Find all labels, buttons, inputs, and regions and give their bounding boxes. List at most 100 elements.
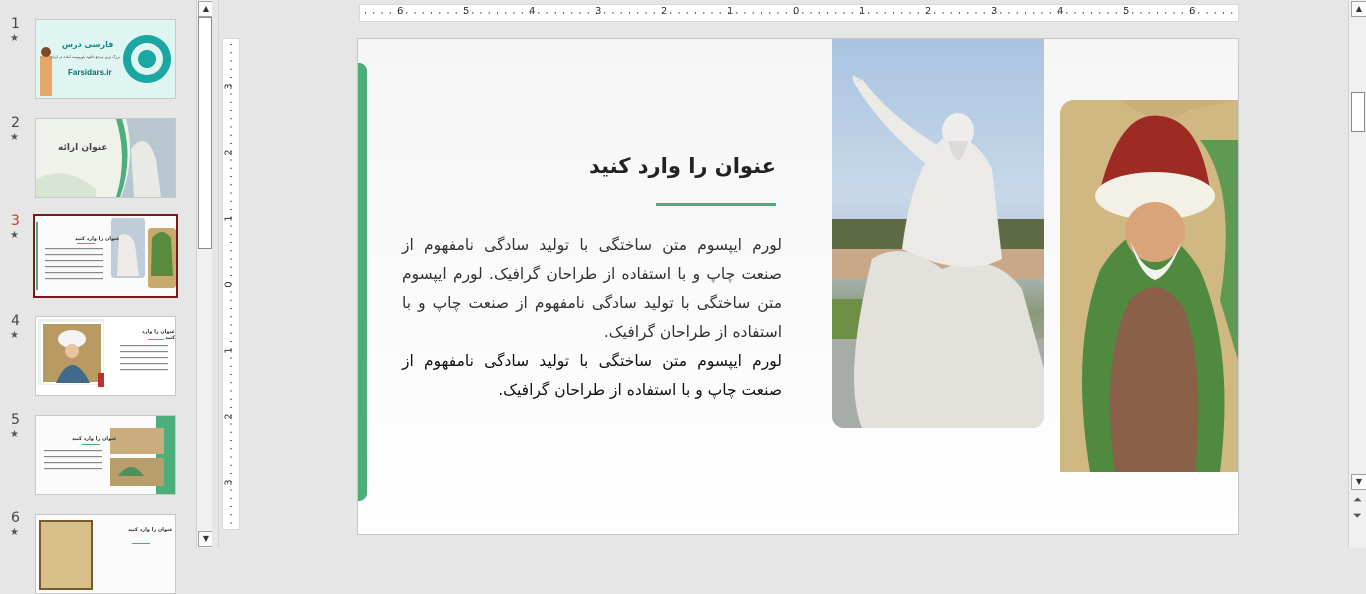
ruler-tick — [827, 12, 828, 14]
ruler-label: 0 — [793, 6, 800, 17]
statue-photo[interactable] — [832, 39, 1044, 428]
ruler-tick — [736, 12, 738, 14]
star-icon: ★ — [10, 429, 19, 440]
ruler-tick — [571, 12, 573, 14]
ruler-tick — [230, 250, 232, 252]
ruler-tick — [414, 12, 416, 14]
ruler-tick — [230, 464, 232, 466]
ruler-tick — [230, 167, 232, 169]
star-icon: ★ — [10, 527, 19, 538]
ruler-tick — [909, 12, 911, 14]
thumbnail-1-site: Farsidars.ir — [68, 68, 112, 77]
slide-scrollbar[interactable]: ▲ ▼ ⏶ ⏷ — [1348, 0, 1366, 548]
ruler-tick — [612, 12, 614, 14]
slide-thumbnail-5[interactable]: عنوان را وارد کنید — [35, 415, 176, 495]
slide-thumbnail-1[interactable]: فارسی درس بزرگ ترین مرجع دانلود پاورپوین… — [35, 19, 176, 99]
ruler-tick — [744, 12, 746, 14]
ruler-tick — [711, 12, 713, 14]
painting-photo[interactable] — [1060, 100, 1238, 472]
ruler-tick — [563, 12, 564, 14]
ruler-tick — [843, 12, 845, 14]
slide-scroll-thumb[interactable] — [1351, 92, 1365, 132]
ruler-tick — [230, 308, 232, 309]
slide-thumbnail-6[interactable]: عنوان را وارد کنید — [35, 514, 176, 594]
slide-thumbnail-pane[interactable]: 1 ★ فارسی درس بزرگ ترین مرجع دانلود پاور… — [0, 0, 196, 594]
double-down-icon[interactable]: ⏷ — [1353, 509, 1362, 523]
ruler-tick — [1025, 12, 1026, 14]
star-icon: ★ — [10, 33, 19, 44]
arrow-down-icon[interactable]: ▼ — [1351, 474, 1366, 490]
ruler-tick — [230, 225, 232, 227]
ruler-tick — [230, 341, 232, 342]
ruler-tick — [230, 52, 232, 54]
slide-body-textbox[interactable]: لورم ایپسوم متن ساختگی با تولید سادگی نا… — [402, 231, 782, 405]
ruler-tick — [230, 110, 232, 111]
ruler-tick — [761, 12, 762, 14]
ruler-tick — [1165, 12, 1167, 14]
horizontal-ruler[interactable]: 6 5 4 3 2 1 0 1 2 3 4 5 6 — [359, 4, 1239, 22]
ruler-tick — [230, 390, 232, 392]
ruler-tick — [230, 93, 232, 95]
vertical-ruler[interactable]: 3 2 1 0 1 2 3 — [222, 38, 240, 530]
arrow-up-icon[interactable]: ▲ — [1351, 1, 1366, 17]
ruler-label: 1 — [223, 215, 235, 222]
thumbnail-1-subtitle: بزرگ ترین مرجع دانلود پاورپوینت آماده در… — [50, 55, 120, 59]
ruler-tick — [884, 12, 886, 14]
ruler-tick — [230, 209, 232, 210]
slide-number-3: 3 — [11, 213, 20, 229]
thumbnail-5-title: عنوان را وارد کنید — [72, 436, 117, 442]
ruler-tick — [538, 12, 540, 14]
ruler-tick — [1214, 12, 1216, 14]
ruler-tick — [472, 12, 474, 14]
ruler-tick — [1206, 12, 1208, 14]
slide-number-4: 4 — [11, 313, 20, 329]
ruler-tick — [1107, 12, 1109, 14]
ruler-tick — [695, 12, 696, 14]
thumbnail-scroll-thumb[interactable] — [198, 17, 212, 249]
ruler-tick — [230, 44, 232, 45]
ruler-tick — [431, 12, 432, 14]
ruler-tick — [1091, 12, 1092, 14]
ruler-tick — [230, 332, 232, 334]
ruler-tick — [230, 118, 232, 120]
ruler-tick — [422, 12, 424, 14]
slide-number-2: 2 — [11, 115, 20, 131]
ruler-label: 3 — [595, 6, 602, 17]
ruler-tick — [1000, 12, 1002, 14]
ruler-tick — [230, 448, 232, 450]
ruler-tick — [230, 423, 232, 425]
slide-thumbnail-4[interactable]: عنوان را وارد کنید — [35, 316, 176, 396]
ruler-label: 6 — [1189, 6, 1196, 17]
ruler-tick — [230, 291, 232, 293]
ruler-tick — [1049, 12, 1051, 14]
ruler-tick — [785, 12, 787, 14]
slide-canvas[interactable]: عنوان را وارد کنید لورم ایپسوم متن ساختگ… — [357, 38, 1239, 535]
slide-number-1: 1 — [11, 16, 20, 32]
ruler-tick — [230, 184, 232, 186]
slide-thumbnail-3[interactable]: عنوان را وارد کنید — [33, 214, 178, 298]
ruler-tick — [230, 126, 232, 128]
pane-splitter[interactable] — [212, 0, 219, 548]
ruler-tick — [1074, 12, 1076, 14]
ruler-tick — [230, 440, 232, 441]
ruler-label: 3 — [223, 479, 235, 486]
ruler-tick — [670, 12, 672, 14]
ruler-tick — [719, 12, 721, 14]
ruler-tick — [653, 12, 655, 14]
ruler-tick — [439, 12, 441, 14]
double-up-icon[interactable]: ⏶ — [1353, 493, 1362, 507]
thumbnail-scrollbar[interactable]: ▲ ▼ — [196, 0, 214, 548]
thumbnail-6-title: عنوان را وارد کنید — [128, 527, 173, 533]
accent-bar — [358, 63, 367, 501]
thumbnail-2-graphic — [36, 119, 175, 197]
ruler-tick — [1008, 12, 1010, 14]
ruler-tick — [230, 266, 232, 268]
slide-thumbnail-2[interactable]: عنوان ارائه — [35, 118, 176, 198]
slide-title[interactable]: عنوان را وارد کنید — [589, 154, 776, 178]
ruler-tick — [230, 176, 232, 177]
slide-number-5: 5 — [11, 412, 20, 428]
ruler-tick — [230, 522, 232, 524]
ruler-tick — [686, 12, 688, 14]
ruler-label: 6 — [397, 6, 404, 17]
ruler-tick — [230, 365, 232, 367]
